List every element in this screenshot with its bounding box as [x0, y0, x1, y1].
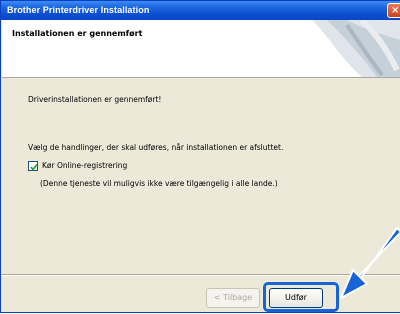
title-bar[interactable]: Brother Printerdriver Installation × [1, 1, 400, 20]
online-registration-checkbox[interactable] [28, 161, 38, 171]
pointer-arrow-icon [340, 227, 400, 299]
back-button[interactable]: < Tilbage [206, 288, 260, 308]
installer-window: Brother Printerdriver Installation × Ins… [0, 0, 400, 313]
completion-message: Driverinstallationen er gennemført! [28, 95, 162, 104]
availability-note: (Denne tjeneste vil muligvis ikke være t… [40, 179, 278, 188]
close-icon: × [391, 5, 400, 16]
online-registration-label[interactable]: Kør Online-registrering [42, 161, 127, 170]
window-title: Brother Printerdriver Installation [7, 5, 150, 15]
header-title: Installationen er gennemført [12, 29, 143, 38]
header-graphic-icon [312, 20, 400, 77]
wizard-header: Installationen er gennemført [2, 20, 400, 78]
close-button[interactable]: × [387, 3, 400, 18]
checkmark-icon [30, 164, 38, 171]
actions-instruction: Vælg de handlinger, der skal udføres, nå… [28, 143, 284, 152]
finish-button-highlight [263, 282, 339, 312]
